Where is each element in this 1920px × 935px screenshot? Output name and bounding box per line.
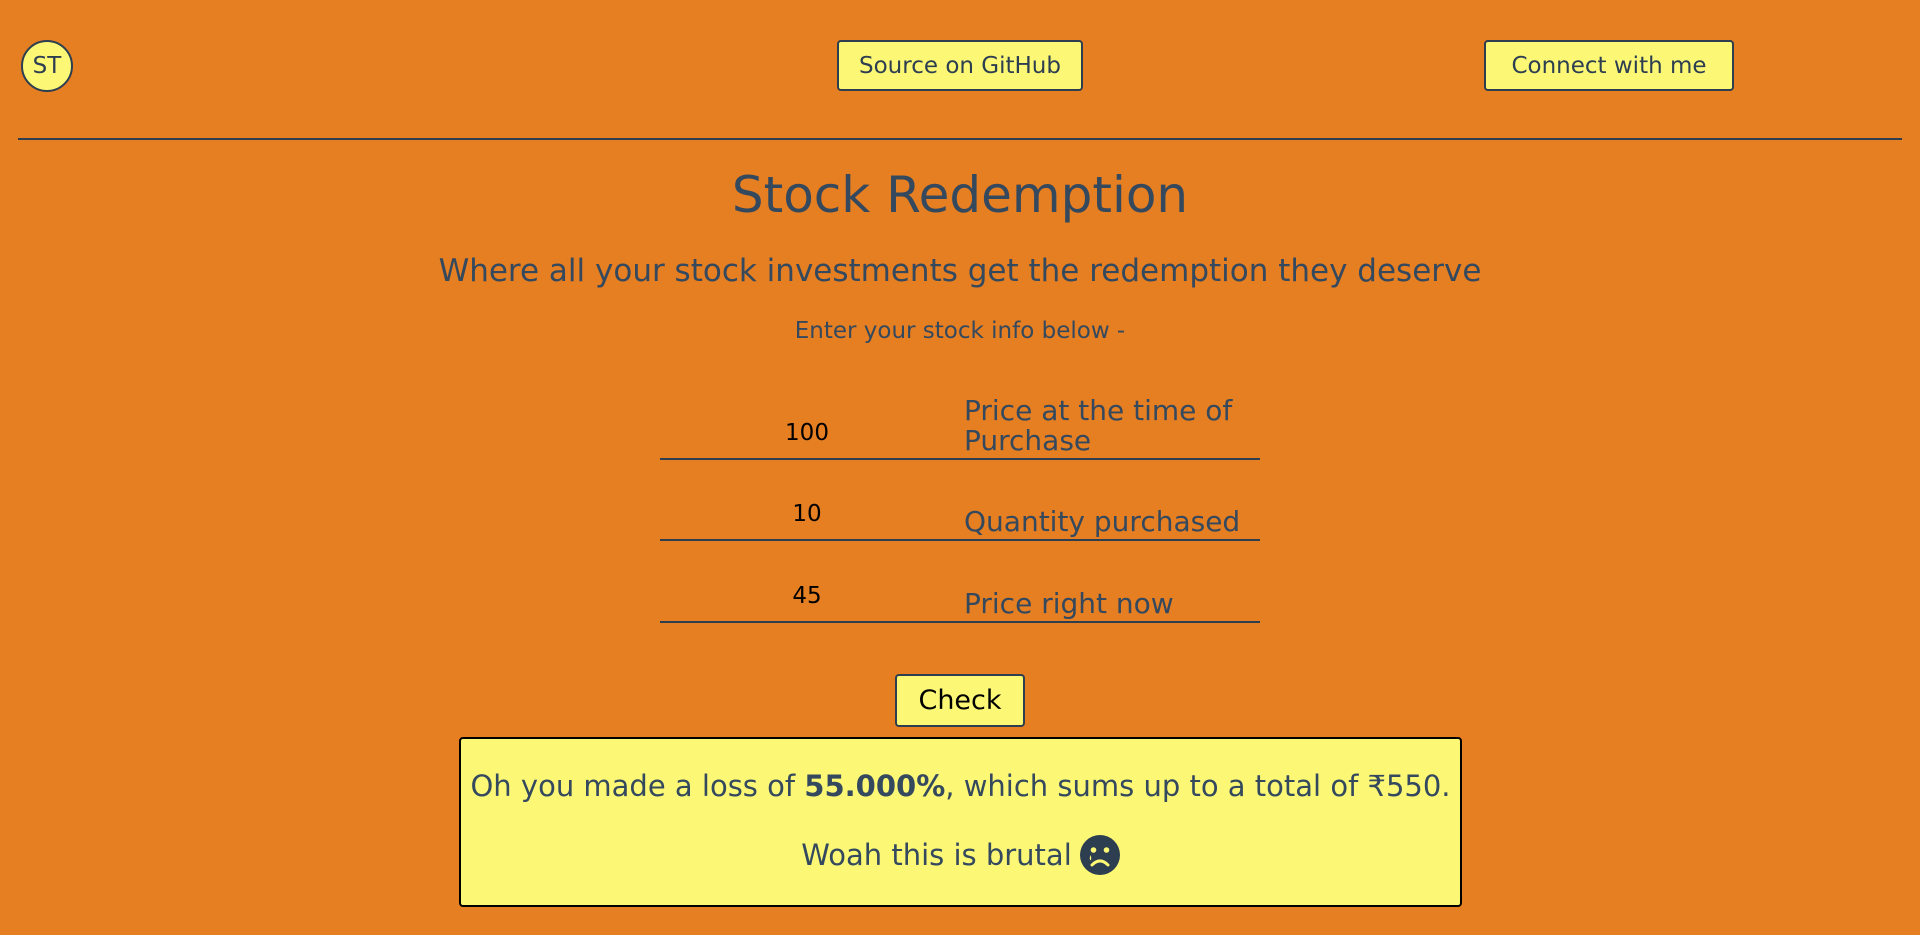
current-price-label: Price right now — [964, 587, 1174, 620]
result-percent: 55.000% — [804, 769, 946, 803]
purchase-price-input[interactable] — [660, 412, 954, 454]
quantity-field: Quantity purchased — [660, 471, 1260, 541]
github-button[interactable]: Source on GitHub — [837, 40, 1083, 91]
current-price-input[interactable] — [660, 575, 954, 617]
result-message: Woah this is brutal — [461, 835, 1460, 875]
page-title: Stock Redemption — [731, 166, 1189, 224]
quantity-input[interactable] — [660, 493, 954, 535]
result-summary: Oh you made a loss of 55.000%, which sum… — [461, 769, 1460, 803]
logo[interactable]: ST — [21, 40, 73, 92]
form-hint: Enter your stock info below - — [794, 318, 1126, 344]
purchase-price-label: Price at the time of Purchase — [964, 394, 1233, 457]
result-message-text: Woah this is brutal — [801, 838, 1072, 872]
current-price-field: Price right now — [660, 553, 1260, 623]
result-prefix: Oh you made a loss of — [470, 769, 805, 803]
check-button[interactable]: Check — [895, 674, 1025, 727]
result-suffix: , which sums up to a total of ₹550. — [945, 769, 1451, 803]
top-nav: ST Source on GitHub Connect with me — [18, 0, 1902, 140]
connect-button[interactable]: Connect with me — [1484, 40, 1734, 91]
sad-face-icon — [1079, 835, 1120, 875]
result-box: Oh you made a loss of 55.000%, which sum… — [459, 737, 1462, 907]
page-subtitle: Where all your stock investments get the… — [438, 253, 1482, 289]
purchase-price-field: Price at the time of Purchase — [660, 390, 1260, 460]
quantity-label: Quantity purchased — [964, 505, 1241, 538]
